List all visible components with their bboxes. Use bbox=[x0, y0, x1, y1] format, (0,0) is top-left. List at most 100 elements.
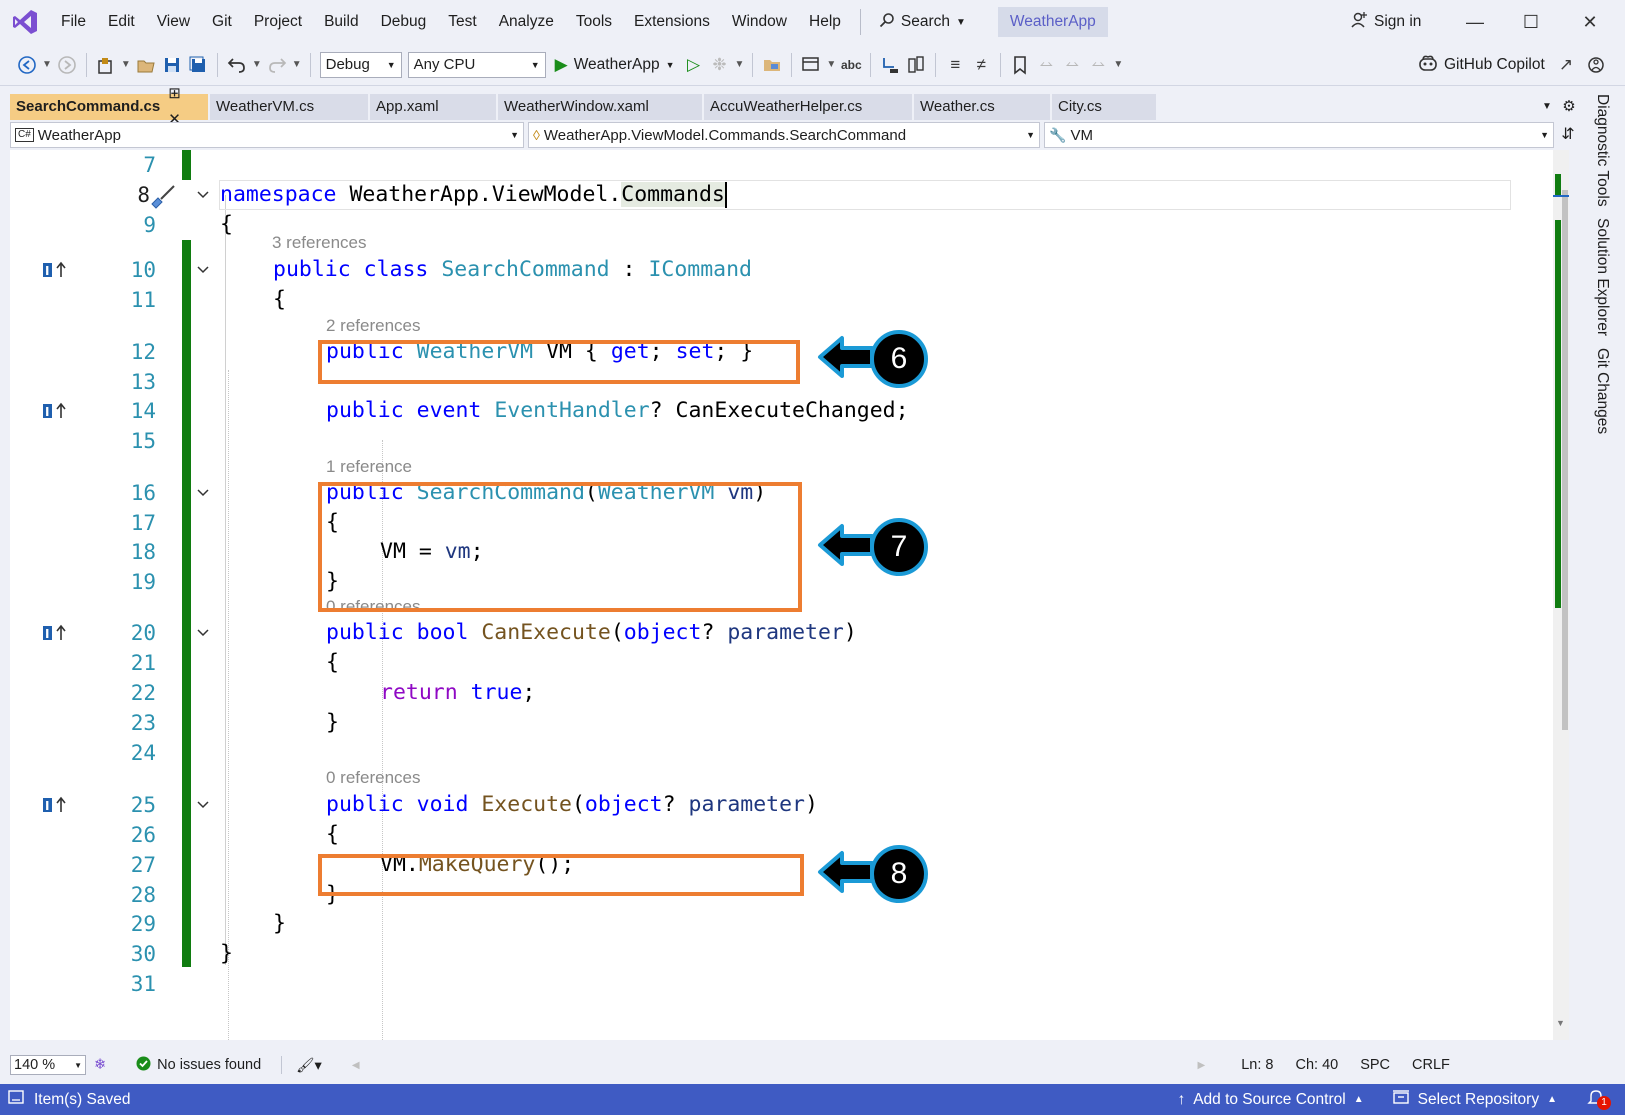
settings-gear-icon[interactable]: ⚙ bbox=[1558, 94, 1580, 120]
bookmark-icon[interactable] bbox=[1007, 52, 1033, 78]
select-repository-button[interactable]: Select Repository ▲ bbox=[1392, 1089, 1557, 1110]
visual-studio-logo-icon[interactable] bbox=[0, 0, 50, 44]
clear-bookmarks-icon[interactable]: ⥎ bbox=[1085, 52, 1111, 78]
tab-list-dropdown-icon[interactable]: ▼ bbox=[1536, 94, 1558, 120]
collapse-chevron-icon[interactable] bbox=[193, 180, 213, 210]
menu-git[interactable]: Git bbox=[201, 6, 243, 38]
solution-configuration-select[interactable]: Debug ▼ bbox=[319, 51, 402, 78]
chevron-down-icon[interactable]: ▼ bbox=[252, 59, 262, 70]
start-debugging-button[interactable]: ▶ WeatherApp ▼ bbox=[549, 55, 681, 75]
implements-interface-icon[interactable]: I bbox=[42, 790, 74, 820]
notifications-bell-icon[interactable]: 1 bbox=[1587, 1088, 1611, 1111]
project-dropdown[interactable]: C# WeatherApp ▼ bbox=[10, 122, 524, 148]
column-indicator[interactable]: Ch: 40 bbox=[1295, 1057, 1338, 1073]
solution-explorer-tab[interactable]: Solution Explorer bbox=[1593, 218, 1611, 336]
menu-debug[interactable]: Debug bbox=[370, 6, 438, 38]
previous-bookmark-icon[interactable]: ⥎ bbox=[1033, 52, 1059, 78]
chevron-down-icon[interactable]: ▼ bbox=[735, 59, 745, 70]
save-icon[interactable] bbox=[159, 52, 185, 78]
chevron-down-icon[interactable]: ▼ bbox=[292, 59, 302, 70]
collapse-chevron-icon[interactable] bbox=[193, 618, 213, 648]
menu-tools[interactable]: Tools bbox=[565, 6, 623, 38]
tab-weatherwindow-xaml[interactable]: WeatherWindow.xaml bbox=[498, 94, 704, 120]
diff-icon[interactable] bbox=[903, 52, 929, 78]
code-editor[interactable]: 7 8 namespace WeatherApp.ViewModel.Comma… bbox=[10, 150, 1555, 1040]
tab-city[interactable]: City.cs bbox=[1052, 94, 1158, 120]
menu-analyze[interactable]: Analyze bbox=[488, 6, 565, 38]
code-cleanup-brush-icon[interactable]: 🖌▾ bbox=[296, 1057, 322, 1074]
menu-build[interactable]: Build bbox=[313, 6, 369, 38]
whitespace-indicator[interactable]: SPC bbox=[1360, 1057, 1390, 1073]
scroll-left-icon[interactable]: ◀ bbox=[352, 1060, 360, 1071]
codelens-references[interactable]: 1 reference bbox=[326, 457, 412, 477]
solution-platform-select[interactable]: Any CPU ▼ bbox=[407, 51, 546, 78]
git-changes-tab[interactable]: Git Changes bbox=[1593, 348, 1611, 434]
pin-icon[interactable]: ⊞ bbox=[168, 85, 181, 102]
layout-icon[interactable] bbox=[798, 52, 824, 78]
undo-icon[interactable] bbox=[224, 52, 250, 78]
diagnostic-tools-tab[interactable]: Diagnostic Tools bbox=[1593, 94, 1611, 207]
tab-searchcommand[interactable]: SearchCommand.cs ⊞ ✕ bbox=[10, 85, 210, 128]
new-project-icon[interactable] bbox=[93, 52, 119, 78]
intellicode-icon[interactable]: ❄ bbox=[94, 1057, 106, 1073]
collapse-chevron-icon[interactable] bbox=[193, 478, 213, 508]
hot-reload-icon[interactable]: ❉ bbox=[707, 52, 733, 78]
feedback-icon[interactable] bbox=[1583, 52, 1609, 78]
tab-weather[interactable]: Weather.cs bbox=[914, 94, 1052, 120]
share-icon[interactable]: ↗ bbox=[1553, 52, 1579, 78]
scroll-down-icon[interactable]: ▼ bbox=[1556, 1018, 1565, 1028]
back-icon[interactable] bbox=[14, 52, 40, 78]
implements-interface-icon[interactable]: I bbox=[42, 618, 74, 648]
maximize-icon[interactable]: ☐ bbox=[1503, 0, 1559, 44]
vertical-scrollbar[interactable]: ▼ bbox=[1553, 150, 1569, 1040]
next-bookmark-icon[interactable]: ⥎ bbox=[1059, 52, 1085, 78]
line-indicator[interactable]: Ln: 8 bbox=[1241, 1057, 1273, 1073]
menu-help[interactable]: Help bbox=[798, 6, 852, 38]
issues-indicator[interactable]: No issues found bbox=[136, 1056, 261, 1075]
chevron-down-icon[interactable]: ▼ bbox=[121, 59, 131, 70]
implements-interface-icon[interactable]: I bbox=[42, 255, 74, 285]
menu-window[interactable]: Window bbox=[721, 6, 798, 38]
spell-check-icon[interactable]: abc bbox=[838, 52, 864, 78]
menu-test[interactable]: Test bbox=[437, 6, 487, 38]
add-to-source-control-button[interactable]: ↑ Add to Source Control ▲ bbox=[1177, 1091, 1363, 1109]
forward-icon[interactable] bbox=[54, 52, 80, 78]
implements-interface-icon[interactable]: I bbox=[42, 396, 74, 426]
minimize-icon[interactable]: — bbox=[1447, 0, 1503, 44]
tab-weathervm[interactable]: WeatherVM.cs bbox=[210, 94, 370, 120]
redo-icon[interactable] bbox=[264, 52, 290, 78]
scrollbar-thumb[interactable] bbox=[1562, 190, 1568, 730]
split-window-icon[interactable]: ⇵ bbox=[1558, 122, 1578, 148]
solution-name[interactable]: WeatherApp bbox=[997, 7, 1108, 37]
chevron-down-icon[interactable]: ▼ bbox=[42, 59, 52, 70]
collapse-chevron-icon[interactable] bbox=[193, 790, 213, 820]
menu-view[interactable]: View bbox=[146, 6, 201, 38]
menu-file[interactable]: File bbox=[50, 6, 97, 38]
chevron-down-icon[interactable]: ▼ bbox=[826, 59, 836, 70]
codelens-references[interactable]: 0 references bbox=[326, 768, 421, 788]
menu-project[interactable]: Project bbox=[243, 6, 313, 38]
save-all-icon[interactable] bbox=[185, 52, 211, 78]
github-copilot-button[interactable]: GitHub Copilot bbox=[1418, 49, 1545, 81]
collapse-chevron-icon[interactable] bbox=[193, 255, 213, 285]
member-dropdown[interactable]: 🔧 VM ▼ bbox=[1044, 122, 1554, 148]
line-ending-indicator[interactable]: CRLF bbox=[1412, 1057, 1450, 1073]
zoom-select[interactable]: 140 % ▼ bbox=[10, 1055, 86, 1075]
comment-lines-icon[interactable]: ≡ bbox=[942, 52, 968, 78]
tab-accuweatherhelper[interactable]: AccuWeatherHelper.cs bbox=[704, 94, 914, 120]
scroll-right-icon[interactable]: ▶ bbox=[1198, 1060, 1206, 1071]
codelens-references[interactable]: 2 references bbox=[326, 316, 421, 336]
sign-in-button[interactable]: Sign in bbox=[1350, 6, 1421, 38]
browse-folder-icon[interactable] bbox=[759, 52, 785, 78]
menu-edit[interactable]: Edit bbox=[97, 6, 146, 38]
close-icon[interactable]: ✕ bbox=[1562, 0, 1618, 44]
search-button[interactable]: Search ▼ bbox=[869, 12, 976, 33]
tab-app-xaml[interactable]: App.xaml bbox=[370, 94, 498, 120]
toolbar-overflow-icon[interactable]: ▼ bbox=[1113, 59, 1123, 70]
menu-extensions[interactable]: Extensions bbox=[623, 6, 721, 38]
step-into-icon[interactable] bbox=[877, 52, 903, 78]
open-folder-icon[interactable] bbox=[133, 52, 159, 78]
type-dropdown[interactable]: ◊ WeatherApp.ViewModel.Commands.SearchCo… bbox=[528, 122, 1040, 148]
output-window-icon[interactable] bbox=[8, 1089, 24, 1110]
uncomment-lines-icon[interactable]: ≠ bbox=[968, 52, 994, 78]
